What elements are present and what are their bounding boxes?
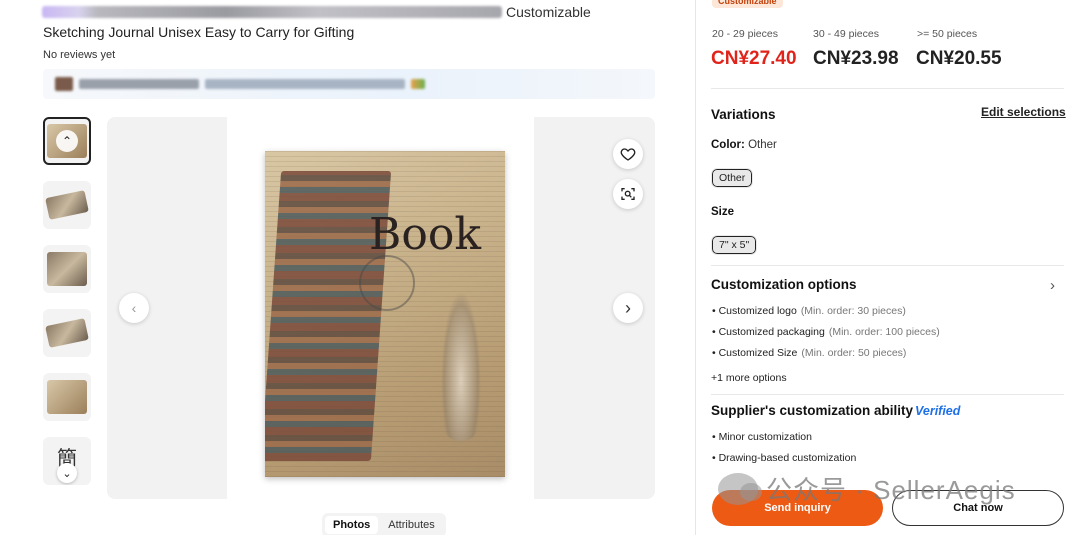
blurred-supplier-flag (411, 79, 425, 89)
more-options-link[interactable]: +1 more options (711, 372, 787, 384)
tab-photos[interactable]: Photos (325, 516, 379, 534)
chevron-up-icon[interactable]: ⌃ (56, 130, 78, 152)
supplier-strip[interactable] (43, 69, 655, 99)
chevron-right-icon: › (625, 297, 631, 318)
customizable-badge: Customizable (712, 0, 783, 8)
tier-price-3: CN¥20.55 (916, 48, 1002, 69)
stamp-illustration (359, 255, 415, 311)
media-tabs: Photos Attributes (322, 513, 446, 535)
thumbnail-image (47, 380, 87, 414)
column-divider (695, 0, 696, 535)
thumbnail-image (47, 252, 87, 286)
chat-now-button[interactable]: Chat now (892, 490, 1064, 526)
thumbnail-3[interactable] (43, 245, 91, 293)
ability-item: • Minor customization (712, 431, 812, 443)
divider (711, 88, 1064, 89)
divider (711, 265, 1064, 266)
thumbnail-1[interactable]: ⌃ (43, 117, 91, 165)
supplier-ability-title: Supplier's customization ability Verified (711, 403, 961, 418)
color-option-other[interactable]: Other (710, 168, 754, 188)
favorite-button[interactable] (613, 139, 643, 169)
thumbnail-image (45, 318, 89, 348)
send-inquiry-button[interactable]: Send inquiry (712, 490, 883, 526)
tier-range-1: 20 - 29 pieces (712, 28, 778, 40)
chevron-left-icon: ‹ (131, 300, 137, 316)
blurred-supplier-name (79, 79, 199, 89)
visual-search-icon (621, 188, 635, 200)
edit-selections-link[interactable]: Edit selections (981, 105, 1066, 119)
tier-price-2: CN¥23.98 (813, 48, 899, 69)
ability-item: • Drawing-based customization (712, 452, 857, 464)
color-label-value: Other (748, 139, 777, 151)
blurred-title-text (42, 6, 502, 18)
product-title: Sketching Journal Unisex Easy to Carry f… (43, 24, 355, 40)
color-label-key: Color: (711, 139, 745, 151)
thumbnail-list: ⌃ 簡 ⌄ (43, 117, 93, 501)
blurred-supplier-info (205, 79, 405, 89)
prev-image-button[interactable]: ‹ (119, 293, 149, 323)
thumbnail-6[interactable]: 簡 ⌄ (43, 437, 91, 485)
main-image-frame: Book (227, 117, 534, 499)
thumbnail-4[interactable] (43, 309, 91, 357)
color-label: Color: Other (711, 139, 777, 151)
book-cover-image: Book (265, 151, 505, 477)
customization-item: • Customized Size (Min. order: 50 pieces) (712, 347, 907, 359)
product-title-line1: Customizable (42, 4, 602, 20)
cover-word: Book (369, 209, 481, 260)
customization-item: • Customized logo (Min. order: 30 pieces) (712, 305, 906, 317)
blurred-supplier-logo (55, 77, 73, 91)
tier-price-1: CN¥27.40 (711, 48, 797, 69)
tier-range-2: 30 - 49 pieces (813, 28, 879, 40)
size-option[interactable]: 7" x 5" (710, 235, 758, 255)
thumbnail-image (45, 190, 89, 220)
main-product-image: Book (107, 117, 655, 499)
customization-item: • Customized packaging (Min. order: 100 p… (712, 326, 940, 338)
chevron-right-icon[interactable]: › (1050, 277, 1055, 294)
size-label: Size (711, 206, 735, 218)
reviews-text: No reviews yet (43, 49, 116, 61)
thumbnail-2[interactable] (43, 181, 91, 229)
customization-title[interactable]: Customization options (711, 277, 857, 292)
thumbnail-5[interactable] (43, 373, 91, 421)
tier-range-3: >= 50 pieces (917, 28, 978, 40)
chevron-down-icon[interactable]: ⌄ (57, 463, 77, 483)
lamp-illustration (441, 291, 481, 441)
heart-icon (620, 148, 636, 161)
variations-title: Variations (711, 107, 776, 122)
title-suffix: Customizable (506, 4, 591, 20)
next-image-button[interactable]: › (613, 293, 643, 323)
tab-attributes[interactable]: Attributes (380, 516, 442, 534)
verified-badge: Verified (915, 404, 961, 418)
divider (711, 394, 1064, 395)
visual-search-button[interactable] (613, 179, 643, 209)
